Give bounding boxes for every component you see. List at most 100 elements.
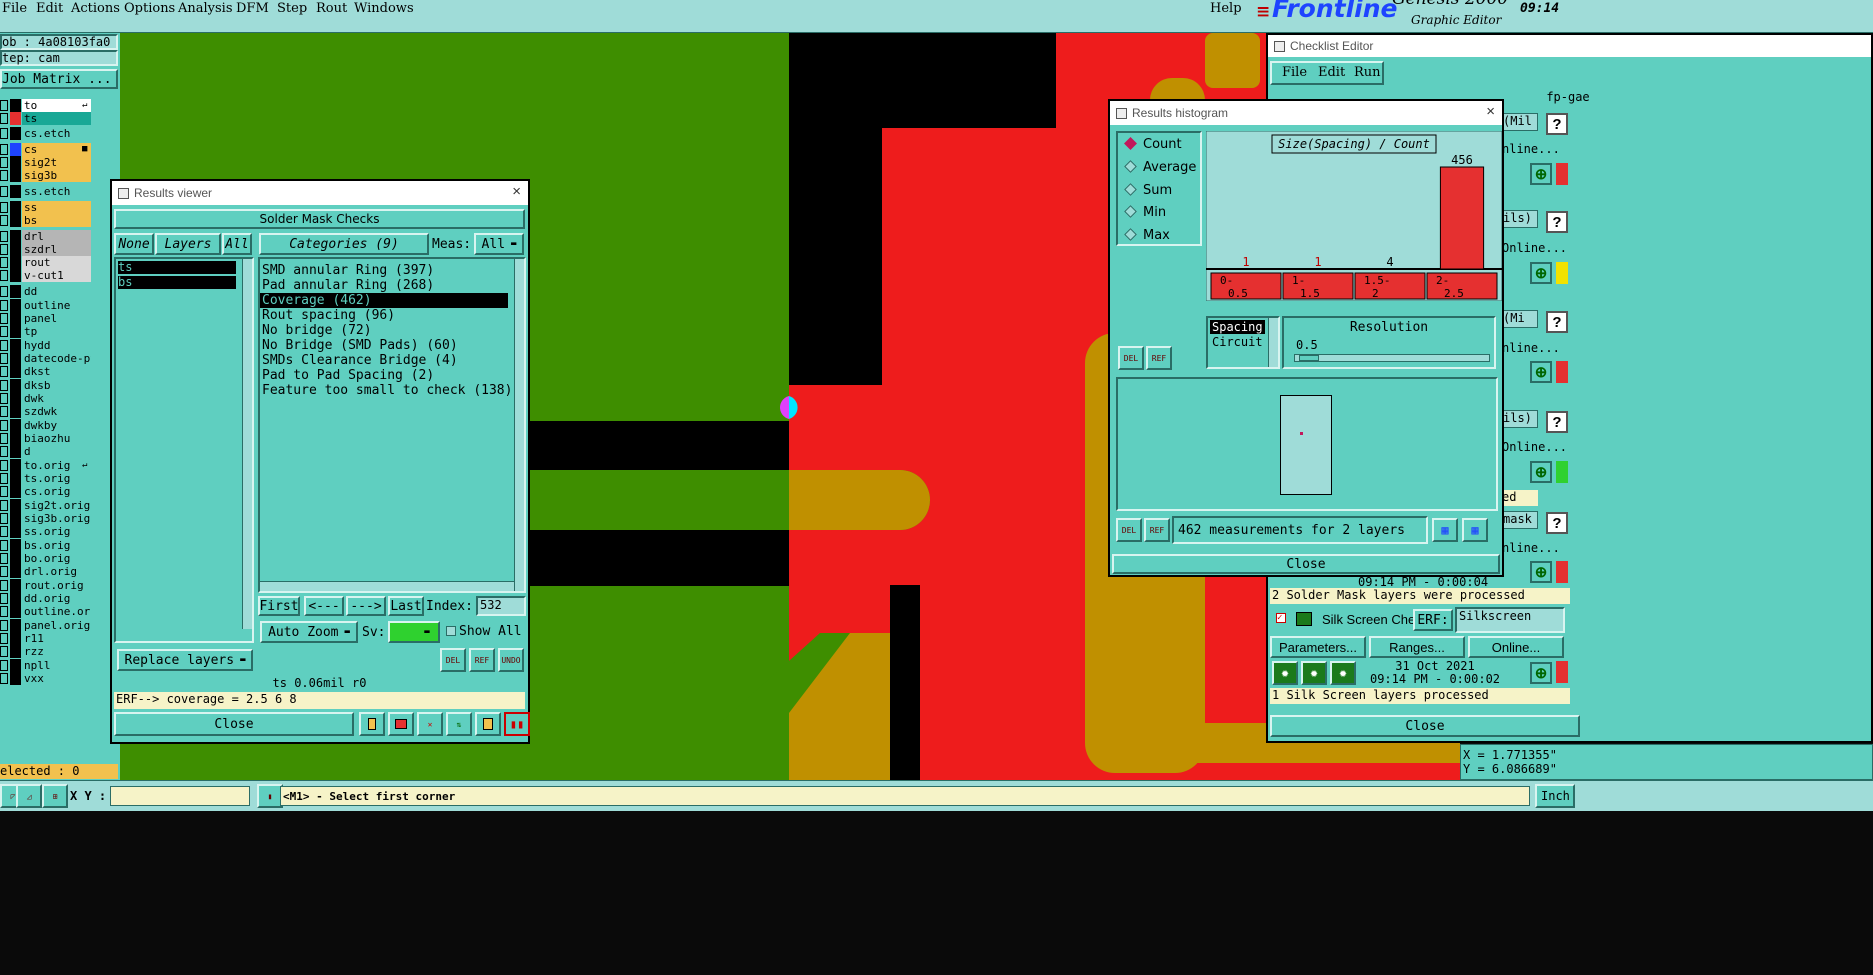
layer-color-swatch[interactable]	[10, 419, 21, 432]
menu-analysis[interactable]: Analysis	[178, 1, 233, 16]
layer-checkbox[interactable]	[0, 202, 8, 213]
layer-row[interactable]: ss.orig	[0, 525, 118, 538]
grid-icon[interactable]: ⊞	[42, 784, 68, 808]
layer-row[interactable]: cs.orig	[0, 485, 118, 498]
layer-checkbox[interactable]	[0, 473, 8, 484]
zoom-icon[interactable]: ⊕	[1530, 461, 1552, 483]
layer-color-swatch[interactable]	[10, 525, 21, 538]
run-icon[interactable]: ✹	[1301, 661, 1327, 685]
layer-checkbox[interactable]	[0, 620, 8, 631]
replace-layers-select[interactable]: Replace layers ▬	[117, 649, 253, 671]
layer-checkbox[interactable]	[0, 313, 8, 324]
layer-color-swatch[interactable]	[10, 405, 21, 418]
layer-name[interactable]: cs.etch	[22, 127, 91, 140]
layer-name[interactable]: szdwk	[22, 405, 91, 418]
first-button[interactable]: First	[258, 596, 300, 616]
layer-row[interactable]: panel	[0, 312, 118, 325]
layer-checkbox[interactable]	[0, 144, 8, 155]
layer-checkbox[interactable]	[0, 157, 8, 168]
layer-name[interactable]: ss	[22, 201, 91, 214]
layer-checkbox[interactable]	[0, 566, 8, 577]
run-icon[interactable]: ✹	[1330, 661, 1356, 685]
layer-row[interactable]: cs ■	[0, 143, 118, 156]
layer-checkbox[interactable]	[0, 113, 8, 124]
del-button[interactable]: DEL	[1116, 518, 1142, 542]
layer-color-swatch[interactable]	[10, 112, 21, 125]
layer-checkbox[interactable]	[0, 553, 8, 564]
measure-icon[interactable]: ◿	[16, 784, 42, 808]
zoom-icon[interactable]: ⊕	[1530, 662, 1552, 684]
layer-name[interactable]: panel	[22, 312, 91, 325]
layer-row[interactable]: outline.orig	[0, 605, 118, 618]
list-item[interactable]: ts	[118, 261, 236, 274]
layer-row[interactable]: dd.orig	[0, 592, 118, 605]
next-button[interactable]: --->	[346, 596, 386, 616]
h-scrollbar[interactable]	[260, 581, 514, 591]
layer-color-swatch[interactable]	[10, 379, 21, 392]
layer-color-swatch[interactable]	[10, 632, 21, 645]
sv-color-select[interactable]: ▬	[388, 621, 440, 643]
layer-color-swatch[interactable]	[10, 365, 21, 378]
layer-checkbox[interactable]	[0, 393, 8, 404]
layer-color-swatch[interactable]	[10, 432, 21, 445]
layer-name[interactable]: datecode-pte	[22, 352, 91, 365]
layer-checkbox[interactable]	[0, 500, 8, 511]
layer-checkbox[interactable]	[0, 286, 8, 297]
zoom-icon[interactable]: ⊕	[1530, 163, 1552, 185]
layer-name[interactable]: sig3b	[22, 169, 91, 182]
layer-name[interactable]: hydd	[22, 339, 91, 352]
job-matrix-button[interactable]: Job Matrix ...	[0, 69, 118, 89]
layer-row[interactable]: ts.orig	[0, 472, 118, 485]
layer-checkbox[interactable]	[0, 231, 8, 242]
all-button[interactable]: All	[222, 233, 252, 255]
layer-checkbox[interactable]	[0, 606, 8, 617]
layer-row[interactable]: rout	[0, 256, 118, 269]
layer-name[interactable]: ss.etch	[22, 185, 91, 198]
index-input[interactable]: 532	[476, 596, 526, 616]
layer-name[interactable]: ss.orig	[22, 525, 91, 538]
highlight-icon[interactable]	[388, 712, 414, 736]
help-icon[interactable]: ?	[1546, 311, 1568, 333]
layer-row[interactable]: drl	[0, 230, 118, 243]
layer-name[interactable]: dd	[22, 285, 91, 298]
layer-checkbox[interactable]	[0, 593, 8, 604]
layer-color-swatch[interactable]	[10, 659, 21, 672]
layer-row[interactable]: ss.etch	[0, 185, 118, 198]
layer-color-swatch[interactable]	[10, 156, 21, 169]
layer-row[interactable]: drl.orig	[0, 565, 118, 578]
online-button[interactable]: Online...	[1468, 636, 1564, 658]
ref-button[interactable]: REF	[1146, 346, 1172, 370]
layer-color-swatch[interactable]	[10, 339, 21, 352]
category-item[interactable]: Feature too small to check (138)	[260, 383, 512, 398]
layer-color-swatch[interactable]	[10, 499, 21, 512]
layer-checkbox[interactable]	[0, 340, 8, 351]
layer-name[interactable]: panel.orig	[22, 619, 91, 632]
layer-row[interactable]: tp	[0, 325, 118, 338]
category-item[interactable]: Pad to Pad Spacing (2)	[260, 368, 508, 383]
layer-color-swatch[interactable]	[10, 472, 21, 485]
layer-checkbox[interactable]	[0, 406, 8, 417]
layer-checkbox[interactable]	[0, 526, 8, 537]
layer-name[interactable]: to.orig	[22, 459, 91, 472]
layer-row[interactable]: npll	[0, 659, 118, 672]
layout-icon[interactable]: ▦	[1432, 518, 1458, 542]
zoom-icon[interactable]: ⊕	[1530, 361, 1552, 383]
layer-result-list[interactable]: ts bs	[114, 257, 254, 643]
layer-checkbox[interactable]	[0, 326, 8, 337]
layer-row[interactable]: dkst	[0, 365, 118, 378]
layer-checkbox[interactable]	[0, 170, 8, 181]
layer-color-swatch[interactable]	[10, 230, 21, 243]
layer-checkbox[interactable]	[0, 513, 8, 524]
layer-row[interactable]: bs.orig	[0, 539, 118, 552]
zoom-icon[interactable]: ⊕	[1530, 262, 1552, 284]
menu-edit[interactable]: Edit	[36, 1, 63, 16]
layer-name[interactable]: cs	[22, 143, 91, 156]
layer-row[interactable]: to.orig ↵	[0, 459, 118, 472]
layer-row[interactable]: to ↵	[0, 99, 118, 112]
layer-color-swatch[interactable]	[10, 299, 21, 312]
category-item[interactable]: Rout spacing (96)	[260, 308, 508, 323]
layer-name[interactable]: drl.orig	[22, 565, 91, 578]
layer-name[interactable]: rout.orig	[22, 579, 91, 592]
list-item-spacing[interactable]: Spacing	[1210, 320, 1265, 334]
silk-check-checkbox[interactable]: ✓	[1276, 613, 1286, 623]
